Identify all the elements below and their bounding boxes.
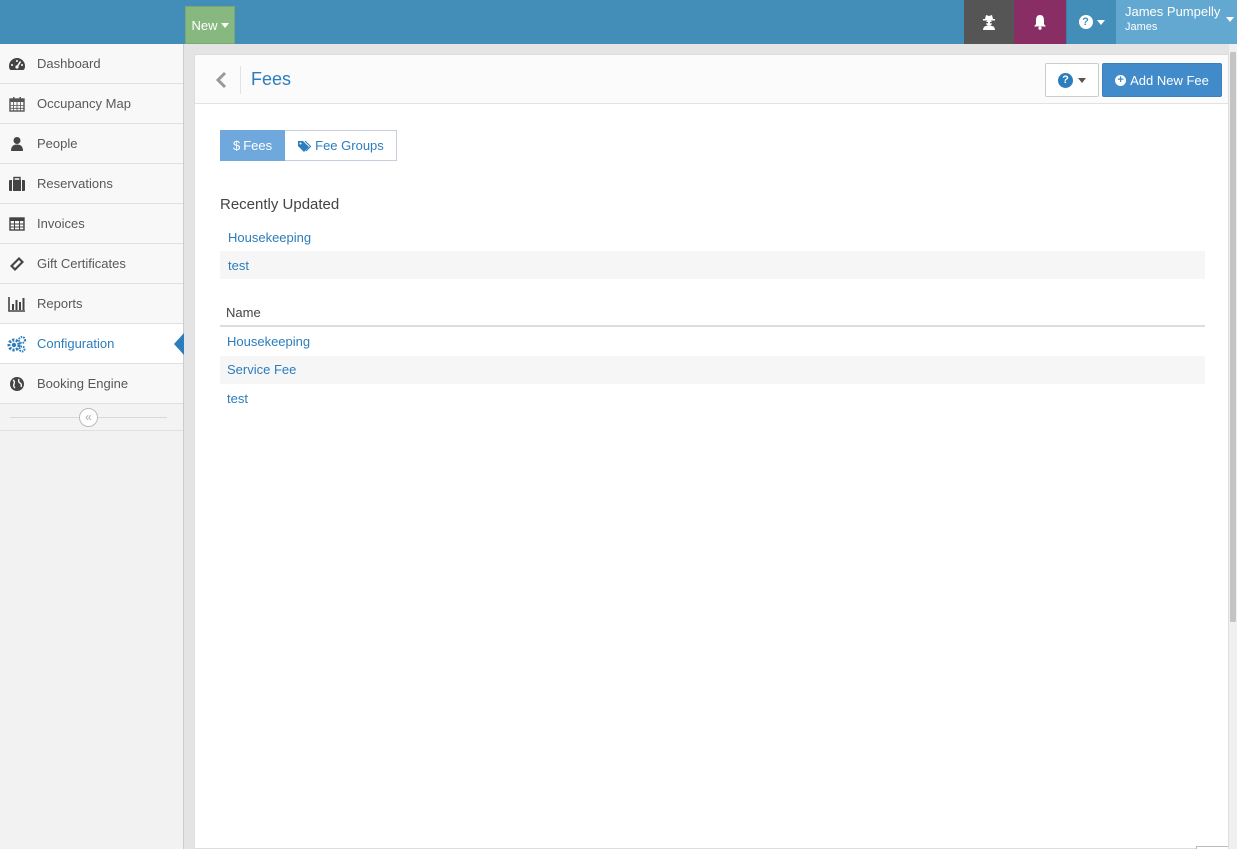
sidebar-item-booking-engine[interactable]: Booking Engine — [0, 364, 183, 404]
page-help-dropdown[interactable]: ? — [1045, 63, 1099, 97]
sidebar-item-people[interactable]: People — [0, 124, 183, 164]
add-new-fee-button[interactable]: + Add New Fee — [1102, 63, 1222, 97]
tab-fees[interactable]: $ Fees — [220, 130, 286, 161]
user-subtitle: James — [1125, 21, 1158, 33]
sidebar-item-reservations[interactable]: Reservations — [0, 164, 183, 204]
sidebar-item-label: Dashboard — [37, 56, 101, 71]
globe-icon — [7, 374, 27, 394]
sidebar-item-label: Booking Engine — [37, 376, 129, 391]
sidebar-item-label: Occupancy Map — [37, 96, 131, 111]
page-header: Fees ? + Add New Fee — [195, 55, 1228, 104]
recently-updated-list: Housekeeping test — [220, 223, 1205, 279]
caret-down-icon — [1078, 77, 1086, 83]
add-new-fee-label: Add New Fee — [1130, 72, 1209, 88]
sidebar-item-invoices[interactable]: Invoices — [0, 204, 183, 244]
table-body: Housekeeping Service Fee test — [220, 327, 1205, 413]
sidebar-collapse-bar: « — [0, 404, 183, 431]
new-button-label: New — [191, 17, 218, 33]
sidebar: Dashboard Occupancy Map People Reservati… — [0, 44, 184, 849]
tab-label: Fee Groups — [315, 138, 384, 153]
question-circle-icon: ? — [1058, 72, 1073, 88]
page-title: Fees — [251, 69, 292, 89]
briefcase-icon — [7, 174, 27, 194]
top-navbar: New ? James Pumpelly James — [0, 0, 1237, 44]
sidebar-item-label: Reservations — [37, 176, 113, 191]
fee-link[interactable]: Housekeeping — [227, 334, 310, 349]
collapse-sidebar-button[interactable]: « — [79, 408, 98, 427]
caret-down-icon — [1226, 17, 1234, 22]
user-icon — [7, 134, 27, 154]
table-icon — [7, 214, 27, 234]
caret-down-icon — [220, 22, 229, 28]
scrollbar-thumb[interactable] — [1230, 52, 1236, 622]
table-row: Service Fee — [220, 355, 1205, 384]
calendar-icon — [7, 94, 27, 114]
plus-circle-icon: + — [1115, 74, 1127, 86]
main-content: Fees ? + Add New Fee $ Fees Fee Groups R… — [194, 54, 1229, 849]
user-secret-icon — [983, 15, 995, 30]
tachometer-icon — [7, 54, 27, 74]
caret-down-icon — [1096, 19, 1105, 25]
tab-fee-groups[interactable]: Fee Groups — [285, 130, 397, 161]
new-dropdown-button[interactable]: New — [185, 6, 235, 44]
fee-link[interactable]: test — [227, 391, 248, 406]
dollar-icon: $ — [233, 138, 241, 153]
sidebar-item-dashboard[interactable]: Dashboard — [0, 44, 183, 84]
sidebar-item-label: Invoices — [37, 216, 85, 231]
sidebar-item-gift-certificates[interactable]: Gift Certificates — [0, 244, 183, 284]
table-row: test — [220, 384, 1205, 413]
back-button[interactable] — [209, 67, 233, 93]
fees-table: Name Housekeeping Service Fee test — [220, 300, 1205, 413]
sidebar-item-label: Reports — [37, 296, 83, 311]
recent-fee-link[interactable]: Housekeeping — [228, 230, 311, 245]
fee-tabs: $ Fees Fee Groups — [220, 130, 397, 161]
recently-updated-heading: Recently Updated — [220, 196, 340, 213]
user-name: James Pumpelly — [1125, 4, 1221, 19]
tab-label: Fees — [243, 138, 273, 153]
chevron-left-icon — [215, 71, 227, 89]
recent-fee-link[interactable]: test — [228, 258, 249, 273]
sidebar-item-label: People — [37, 136, 78, 151]
bar-chart-icon — [7, 294, 27, 314]
sidebar-item-reports[interactable]: Reports — [0, 284, 183, 324]
sidebar-item-label: Configuration — [37, 336, 115, 351]
user-menu[interactable]: James Pumpelly James — [1116, 0, 1237, 44]
sidebar-item-occupancy-map[interactable]: Occupancy Map — [0, 84, 183, 124]
table-row: Housekeeping — [220, 327, 1205, 356]
incognito-button[interactable] — [964, 0, 1014, 44]
table-header-name[interactable]: Name — [220, 300, 1205, 327]
sidebar-item-configuration[interactable]: Configuration — [0, 324, 184, 364]
fee-link[interactable]: Service Fee — [227, 362, 296, 377]
cogs-icon — [7, 334, 27, 354]
sidebar-item-label: Gift Certificates — [37, 256, 126, 271]
list-item: test — [220, 251, 1205, 279]
page-scrollbar[interactable] — [1229, 44, 1237, 849]
help-menu-button[interactable]: ? — [1066, 0, 1116, 44]
list-item: Housekeeping — [220, 223, 1205, 251]
notifications-button[interactable] — [1014, 0, 1066, 44]
tags-icon — [297, 140, 312, 152]
ticket-icon — [7, 254, 27, 274]
question-circle-icon: ? — [1078, 15, 1093, 29]
bell-icon — [1034, 15, 1046, 30]
